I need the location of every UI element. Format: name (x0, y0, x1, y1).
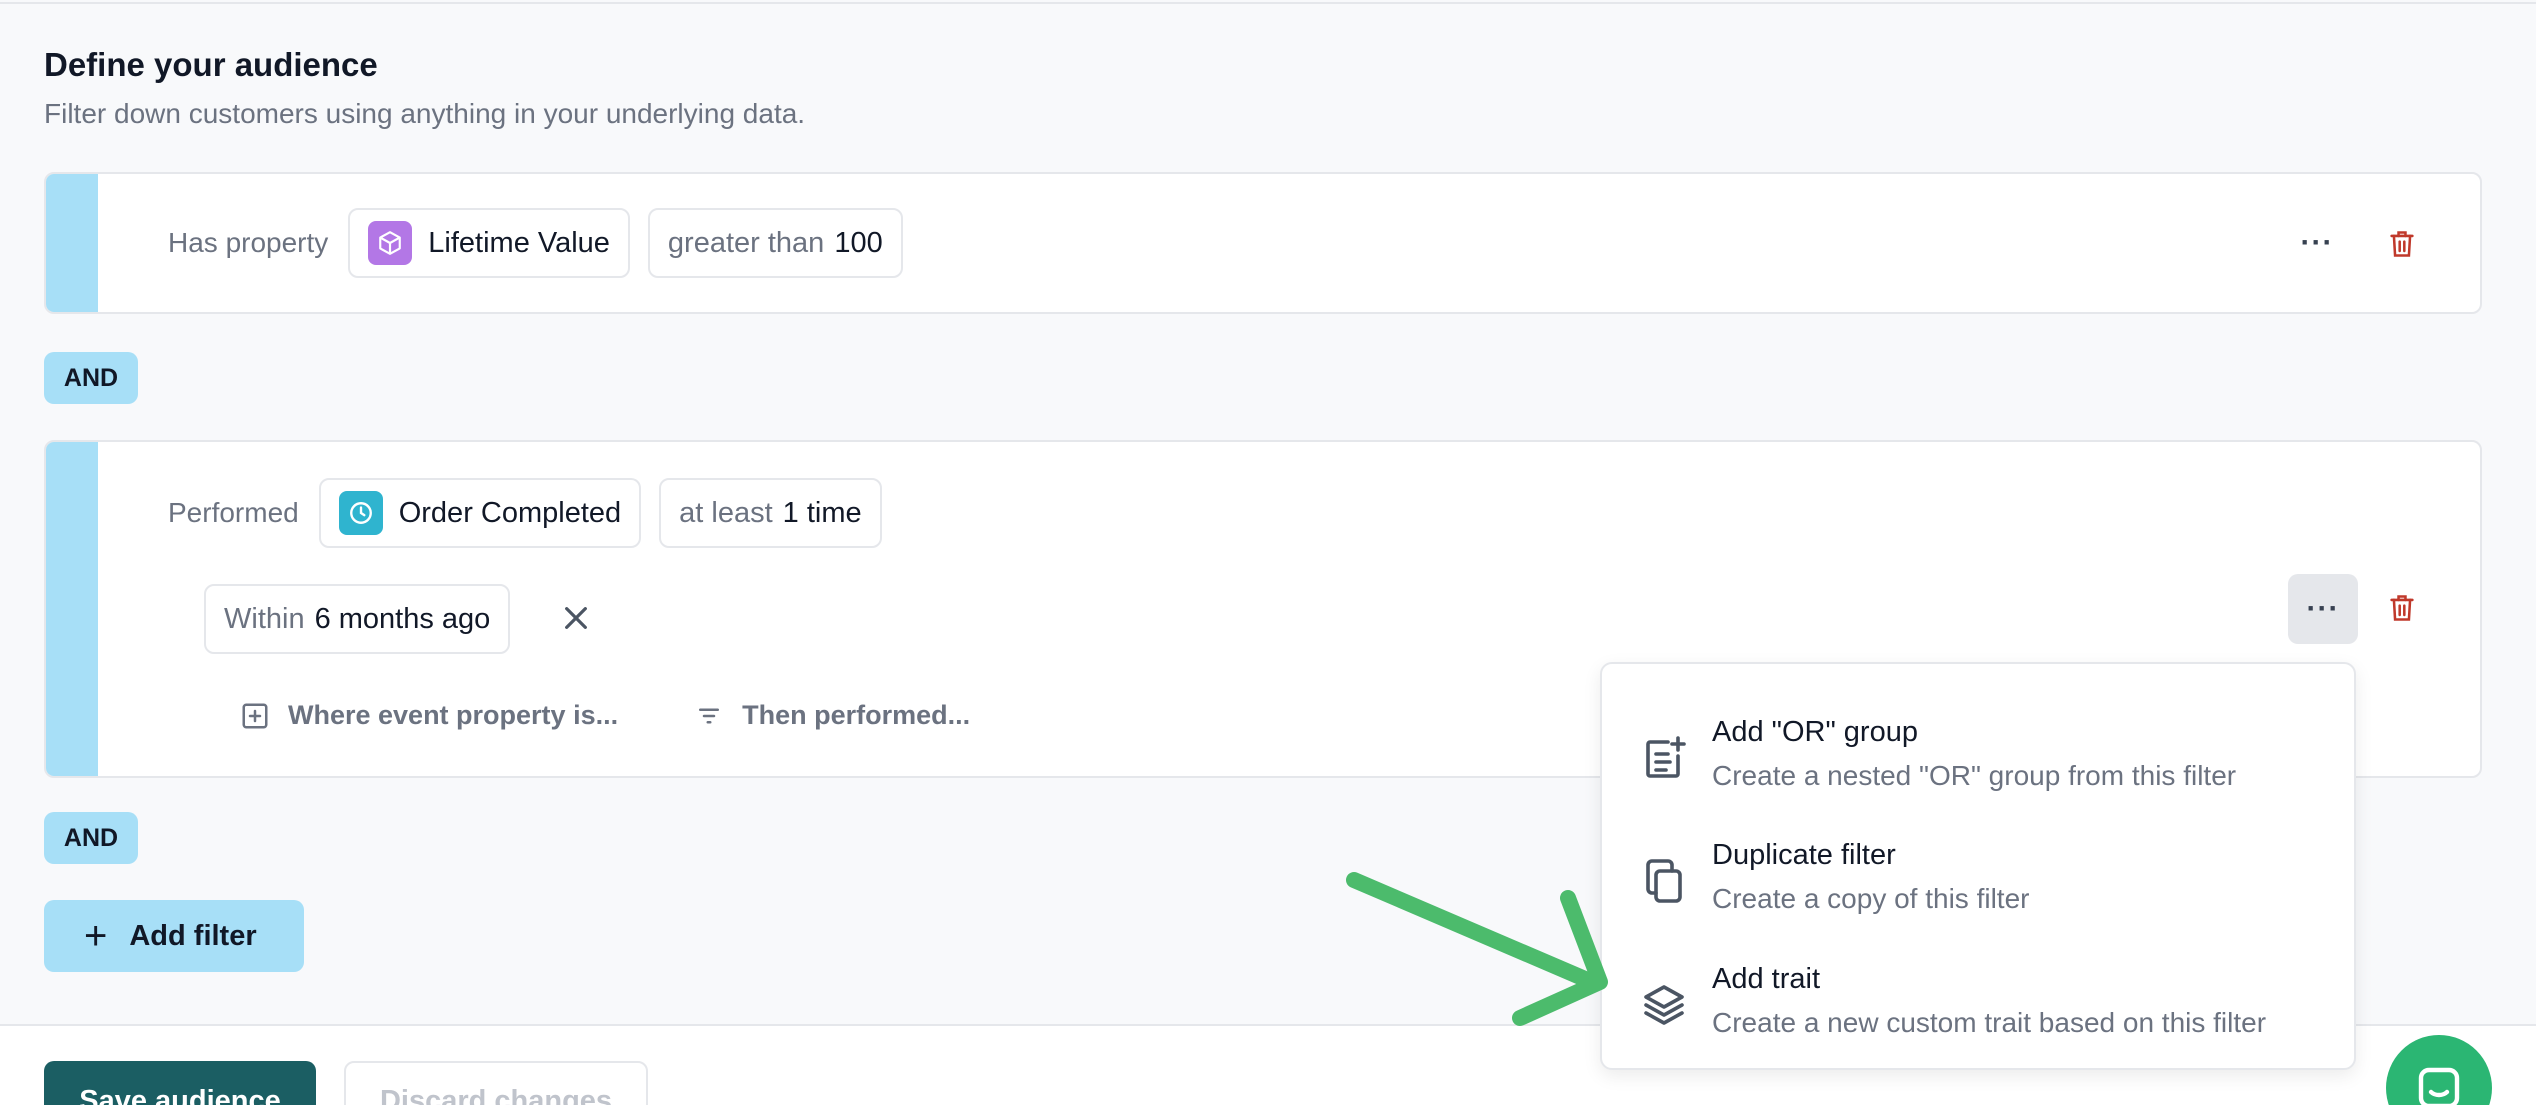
save-audience-button[interactable]: Save audience (44, 1061, 316, 1105)
and-connector[interactable]: AND (44, 352, 138, 404)
event-name: Order Completed (398, 496, 622, 529)
add-filter-label: Add filter (129, 919, 257, 952)
where-event-property-button[interactable]: Where event property is... (240, 700, 618, 731)
menu-item-title: Duplicate filter (1712, 839, 1896, 871)
property-name: Lifetime Value (428, 226, 610, 259)
cube-icon (368, 221, 413, 265)
chat-icon (2418, 1067, 2460, 1105)
page-subtitle: Filter down customers using anything in … (44, 98, 806, 129)
audience-builder-page: Define your audience Filter down custome… (0, 0, 2536, 1105)
trash-icon[interactable] (2382, 588, 2422, 628)
where-event-property-label: Where event property is... (288, 700, 619, 730)
plus-icon: + (84, 914, 108, 958)
menu-item-title: Add trait (1712, 963, 1820, 995)
plus-square-icon (242, 703, 268, 728)
filter-card-lifetime-value: Has property Lifetime Value greater than… (44, 172, 2482, 314)
then-performed-label: Then performed... (742, 700, 971, 730)
time-window-row: Within 6 months ago (204, 584, 528, 654)
operator-value: 100 (834, 226, 883, 259)
clock-icon (338, 491, 383, 535)
filter-lines-icon (699, 708, 720, 723)
event-chip[interactable]: Order Completed (318, 478, 642, 548)
layers-icon (1644, 985, 1684, 1025)
close-icon[interactable] (556, 598, 596, 638)
frequency-text: at least (679, 496, 773, 529)
top-divider (0, 0, 2536, 4)
frequency-chip[interactable]: at least 1 time (659, 478, 882, 548)
filter-accent-bar (46, 174, 98, 312)
copy-icon (1646, 859, 1682, 903)
operator-text: greater than (667, 226, 825, 259)
time-window-value: 6 months ago (314, 602, 491, 635)
page-title: Define your audience (44, 46, 378, 83)
menu-item-title: Add "OR" group (1712, 716, 1918, 748)
then-performed-button[interactable]: Then performed... (694, 700, 970, 731)
more-options-button[interactable]: ··· (2288, 574, 2358, 644)
filter-options-menu: Add "OR" group Create a nested "OR" grou… (1600, 662, 2356, 1070)
condition-label: Performed (168, 497, 299, 528)
discard-changes-button[interactable]: Discard changes (344, 1061, 648, 1105)
filter-row: Has property Lifetime Value greater than… (168, 208, 921, 278)
time-window-chip[interactable]: Within 6 months ago (204, 584, 511, 654)
filter-row: Performed Order Completed at least 1 tim… (168, 478, 900, 548)
property-chip[interactable]: Lifetime Value (348, 208, 630, 278)
more-options-button[interactable]: ··· (2282, 208, 2352, 278)
and-connector[interactable]: AND (44, 812, 138, 864)
menu-item-description: Create a copy of this filter (1712, 883, 2030, 914)
operator-chip[interactable]: greater than 100 (647, 208, 903, 278)
menu-item-description: Create a nested "OR" group from this fil… (1712, 760, 2237, 791)
menu-item-duplicate-filter[interactable]: Duplicate filter Create a copy of this f… (1602, 827, 2354, 937)
filter-accent-bar (46, 442, 98, 776)
add-filter-button[interactable]: + Add filter (44, 900, 304, 972)
trash-icon[interactable] (2382, 224, 2422, 264)
menu-item-description: Create a new custom trait based on this … (1712, 1007, 2267, 1038)
add-group-icon (1646, 736, 1686, 778)
frequency-value: 1 time (782, 496, 862, 529)
sub-actions-row: Where event property is... Then performe… (240, 700, 970, 731)
annotation-arrow-icon (1346, 872, 1608, 1026)
menu-item-add-or-group[interactable]: Add "OR" group Create a nested "OR" grou… (1602, 704, 2354, 814)
condition-label: Has property (168, 227, 329, 258)
time-window-prefix: Within (224, 602, 305, 635)
menu-item-add-trait[interactable]: Add trait Create a new custom trait base… (1602, 951, 2354, 1061)
